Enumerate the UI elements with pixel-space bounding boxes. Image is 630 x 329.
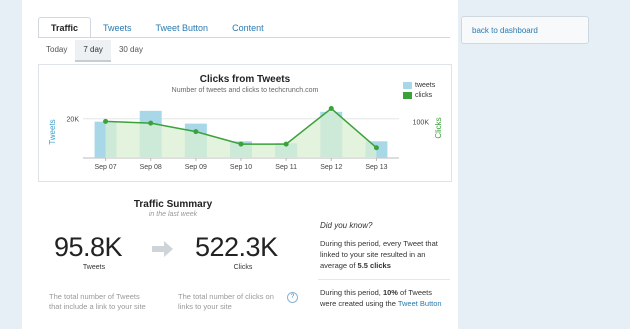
clicks-point — [283, 141, 289, 147]
tweets-description-line-2: that include a link to your site — [49, 302, 146, 311]
x-tick-label: Sep 08 — [140, 164, 162, 171]
arrow-right-icon — [152, 241, 173, 257]
fact-1-line-3: average of 5.5 clicks — [320, 260, 452, 271]
tweets-total-label: Tweets — [82, 264, 106, 271]
tab-traffic[interactable]: Traffic — [38, 17, 92, 38]
y-axis-label-left: Tweets — [48, 119, 57, 144]
back-to-dashboard-button[interactable]: back to dashboard — [461, 16, 589, 44]
clicks-total-label: Clicks — [233, 264, 253, 271]
y-tick-label-left: 20K — [67, 117, 80, 124]
traffic-summary-title: Traffic Summary — [133, 199, 213, 210]
range-tabs: Today 7 day 30 day — [38, 40, 151, 62]
range-tab-today[interactable]: Today — [38, 40, 75, 60]
fact-2-line-1: During this period, 10% of Tweets — [320, 287, 452, 298]
fact-2-line-2: were created using the Tweet Button — [320, 298, 452, 309]
tab-divider — [38, 37, 450, 38]
tweets-description-line-1: The total number of Tweets — [49, 292, 140, 301]
fact-1-line-1: During this period, every Tweet that — [320, 239, 438, 248]
range-tab-7-day[interactable]: 7 day — [75, 40, 111, 62]
y-axis-label-right: Clicks — [434, 117, 443, 138]
tweet-button-link[interactable]: Tweet Button — [398, 299, 442, 308]
fact-2-line-2-pre: were created using the — [320, 299, 398, 308]
tab-tweets[interactable]: Tweets — [91, 18, 144, 38]
clicks-point — [373, 145, 379, 151]
x-tick-label: Sep 09 — [185, 164, 207, 171]
x-tick-label: Sep 11 — [275, 164, 297, 171]
clicks-point — [238, 141, 244, 147]
tweet-button-percent: 10% — [382, 288, 398, 297]
fact-1-line-2: linked to your site resulted in an — [320, 250, 426, 259]
traffic-summary-subtitle: in the last week — [148, 211, 198, 218]
clicks-description-line-2: links to your site — [178, 302, 232, 311]
tweets-description: The total number of Tweets that include … — [49, 292, 146, 312]
tab-tweet-button[interactable]: Tweet Button — [144, 18, 221, 38]
did-you-know-fact-1: During this period, every Tweet that lin… — [320, 238, 452, 271]
x-tick-label: Sep 12 — [320, 164, 342, 171]
clicks-chart: Clicks from Tweets Number of tweets and … — [38, 64, 452, 182]
chart-canvas: Sep 07 Sep 08 Sep 09 Sep 10 Sep 11 Sep 12 Sep … — [48, 106, 443, 171]
x-tick-label: Sep 13 — [365, 164, 387, 171]
clicks-point — [193, 129, 199, 135]
top-tabs: Traffic Tweets Tweet Button Content — [38, 16, 276, 38]
fact-2-line-1-post: of Tweets — [397, 288, 433, 297]
tab-content[interactable]: Content — [220, 18, 276, 38]
clicks-point — [103, 118, 109, 124]
clicks-description-line-1: The total number of clicks on — [178, 292, 274, 301]
clicks-point — [148, 120, 154, 126]
did-you-know-divider — [318, 279, 450, 280]
did-you-know-title: Did you know? — [320, 221, 373, 230]
fact-2-line-1-pre: During this period, — [320, 288, 383, 297]
did-you-know-fact-2: During this period, 10% of Tweets were c… — [320, 287, 452, 309]
fact-1-line-3-text: average of — [320, 261, 358, 270]
avg-clicks-value: 5.5 clicks — [357, 261, 391, 270]
clicks-total: 522.3K — [195, 232, 278, 262]
tweets-total: 95.8K — [54, 232, 123, 262]
range-tab-30-day[interactable]: 30 day — [111, 40, 151, 60]
clicks-point — [328, 106, 334, 111]
y-tick-label-right: 100K — [413, 119, 430, 126]
help-icon[interactable]: ? — [287, 292, 298, 303]
clicks-description: The total number of clicks on links to y… — [178, 292, 274, 312]
x-tick-label: Sep 10 — [230, 164, 252, 171]
x-tick-label: Sep 07 — [94, 164, 116, 171]
